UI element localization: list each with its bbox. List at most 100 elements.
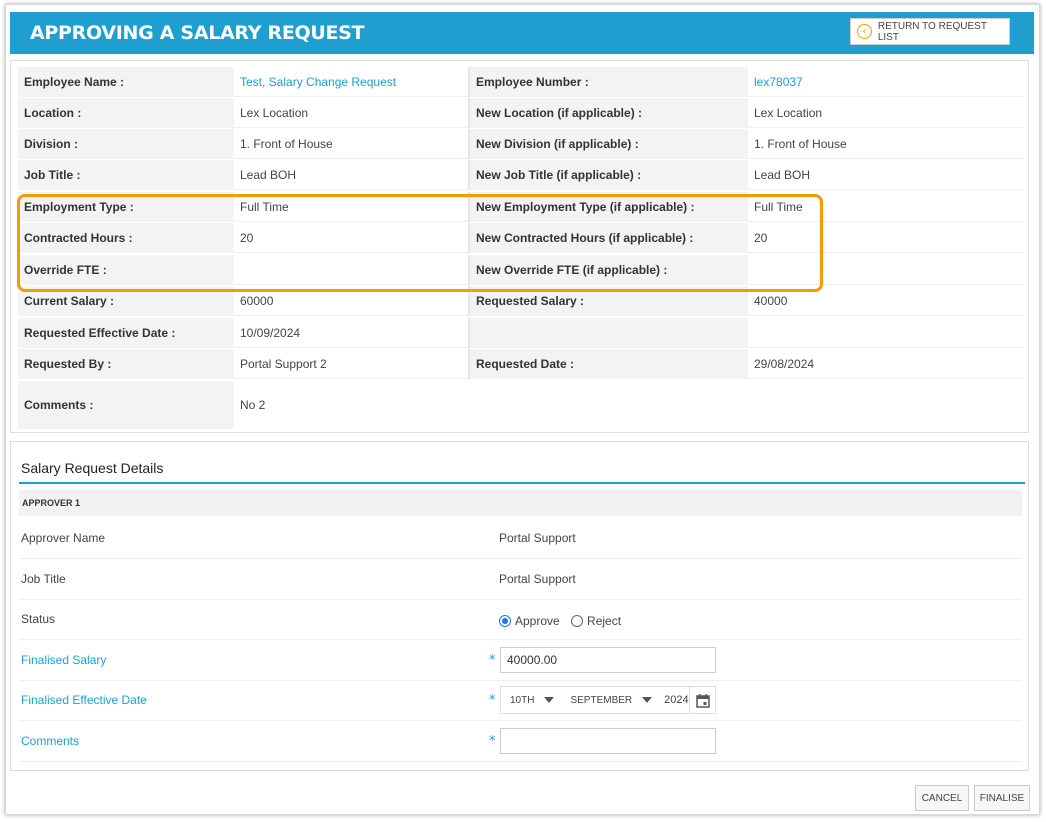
comments-label: Comments <box>21 734 80 748</box>
info-label: New Override FTE (if applicable) : <box>468 255 748 285</box>
info-row-employment-type: Employment Type : Full Time New Employme… <box>18 192 1024 222</box>
status-radio-group: Approve Reject <box>499 613 629 628</box>
info-label: Location : <box>18 98 234 128</box>
info-value: Lex Location <box>240 106 309 120</box>
status-label: Status <box>21 612 56 626</box>
reject-radio[interactable] <box>571 614 584 627</box>
job-title-label: Job Title <box>21 572 66 586</box>
day-value: 10TH <box>510 694 535 706</box>
info-label: Override FTE : <box>18 255 234 285</box>
details-title: Salary Request Details <box>21 460 164 476</box>
finalised-date-row: Finalised Effective Date * 10TH SEPTEMBE… <box>19 681 1022 721</box>
page-title: APPROVING A SALARY REQUEST <box>30 22 365 44</box>
return-to-request-list-button[interactable]: ‹ RETURN TO REQUEST LIST <box>850 18 1010 45</box>
info-value <box>748 318 1024 348</box>
details-divider <box>19 482 1025 484</box>
info-value: Lead BOH <box>240 168 297 182</box>
info-value: 1. Front of House <box>240 137 333 151</box>
finalised-salary-input[interactable]: 40000.00 <box>500 647 716 673</box>
info-value: Full Time <box>240 200 289 214</box>
info-label: Division : <box>18 129 234 159</box>
salary-request-details-panel: Salary Request Details APPROVER 1 Approv… <box>10 441 1029 771</box>
info-value: 40000 <box>754 294 788 308</box>
info-row-salary: Current Salary : 60000 Requested Salary … <box>18 286 1024 316</box>
info-row-job-title: Job Title : Lead BOH New Job Title (if a… <box>18 160 1024 190</box>
day-select[interactable]: 10TH <box>510 694 555 706</box>
employee-info-panel: Employee Name : Test, Salary Change Requ… <box>10 60 1029 433</box>
month-value: SEPTEMBER <box>570 694 633 706</box>
info-label: Employee Name : <box>18 67 234 97</box>
reject-label: Reject <box>587 613 622 628</box>
info-label <box>468 318 748 348</box>
info-label: Requested Effective Date : <box>18 318 234 348</box>
info-row-comments: Comments : No 2 <box>18 381 1024 429</box>
finalised-salary-label: Finalised Salary <box>21 653 107 667</box>
info-row-employee: Employee Name : Test, Salary Change Requ… <box>18 67 1024 97</box>
info-label: Requested Date : <box>468 349 748 379</box>
approver-name-value: Portal Support <box>499 531 576 545</box>
info-value: No 2 <box>240 398 266 412</box>
info-value: 1. Front of House <box>754 137 847 151</box>
calendar-button[interactable] <box>689 687 715 713</box>
info-value: 20 <box>240 231 254 245</box>
page-header: APPROVING A SALARY REQUEST ‹ RETURN TO R… <box>10 12 1034 54</box>
finalised-salary-row: Finalised Salary * 40000.00 <box>19 641 1022 681</box>
info-label: New Location (if applicable) : <box>468 98 748 128</box>
status-row: Status Approve Reject <box>19 600 1022 640</box>
info-value: Lead BOH <box>754 168 811 182</box>
info-value <box>748 255 1024 285</box>
approver-name-row: Approver Name Portal Support <box>19 519 1022 559</box>
employee-name-link[interactable]: Test, Salary Change Request <box>234 67 466 97</box>
required-indicator: * <box>489 653 496 668</box>
calendar-icon <box>695 693 710 708</box>
finalised-date-label: Finalised Effective Date <box>21 693 147 707</box>
info-label: Employee Number : <box>468 67 748 97</box>
info-label: Comments : <box>18 381 234 429</box>
info-row-division: Division : 1. Front of House New Divisio… <box>18 129 1024 159</box>
year-value: 2024 <box>664 694 689 706</box>
info-label: New Contracted Hours (if applicable) : <box>468 223 748 253</box>
info-value: Lex Location <box>754 106 823 120</box>
info-value: Portal Support 2 <box>240 357 327 371</box>
info-value <box>234 255 466 285</box>
comments-row: Comments * <box>19 722 1022 762</box>
approve-radio[interactable] <box>499 614 511 627</box>
info-label: New Job Title (if applicable) : <box>468 160 748 190</box>
info-label: Contracted Hours : <box>18 223 234 253</box>
info-label: New Employment Type (if applicable) : <box>468 192 748 222</box>
info-value: 20 <box>754 231 768 245</box>
employee-number-link[interactable]: lex78037 <box>748 67 1024 97</box>
approver-band: APPROVER 1 <box>19 490 1022 516</box>
job-title-value: Portal Support <box>499 572 576 586</box>
chevron-down-icon <box>544 697 555 703</box>
required-indicator: * <box>489 693 496 708</box>
info-label: Requested Salary : <box>468 286 748 316</box>
info-row-override-fte: Override FTE : New Override FTE (if appl… <box>18 255 1024 285</box>
return-button-label: RETURN TO REQUEST LIST <box>877 20 987 43</box>
app-window: APPROVING A SALARY REQUEST ‹ RETURN TO R… <box>5 4 1040 815</box>
info-label: Employment Type : <box>18 192 234 222</box>
info-label: Current Salary : <box>18 286 234 316</box>
info-value: 10/09/2024 <box>240 326 301 340</box>
approver-name-label: Approver Name <box>21 531 106 545</box>
finalise-button[interactable]: FINALISE <box>974 785 1030 811</box>
required-indicator: * <box>489 734 496 749</box>
year-select[interactable]: 2024 <box>664 694 688 706</box>
info-label: Job Title : <box>18 160 234 190</box>
finalised-date-picker: 10TH SEPTEMBER 2024 <box>500 686 716 714</box>
comments-input[interactable] <box>500 728 716 754</box>
info-row-effective-date: Requested Effective Date : 10/09/2024 <box>18 318 1024 348</box>
cancel-button[interactable]: CANCEL <box>915 785 969 811</box>
info-label: Requested By : <box>18 349 234 379</box>
info-value: Full Time <box>754 200 803 214</box>
info-row-requested-by: Requested By : Portal Support 2 Requeste… <box>18 349 1024 379</box>
job-title-row: Job Title Portal Support <box>19 560 1022 600</box>
month-select[interactable]: SEPTEMBER <box>570 694 653 706</box>
info-row-contracted-hours: Contracted Hours : 20 New Contracted Hou… <box>18 223 1024 253</box>
approve-label: Approve <box>515 613 560 628</box>
info-value: 60000 <box>240 294 274 308</box>
back-arrow-icon: ‹ <box>857 24 872 39</box>
info-value: 29/08/2024 <box>754 357 815 371</box>
info-label: New Division (if applicable) : <box>468 129 748 159</box>
chevron-down-icon <box>642 697 653 703</box>
